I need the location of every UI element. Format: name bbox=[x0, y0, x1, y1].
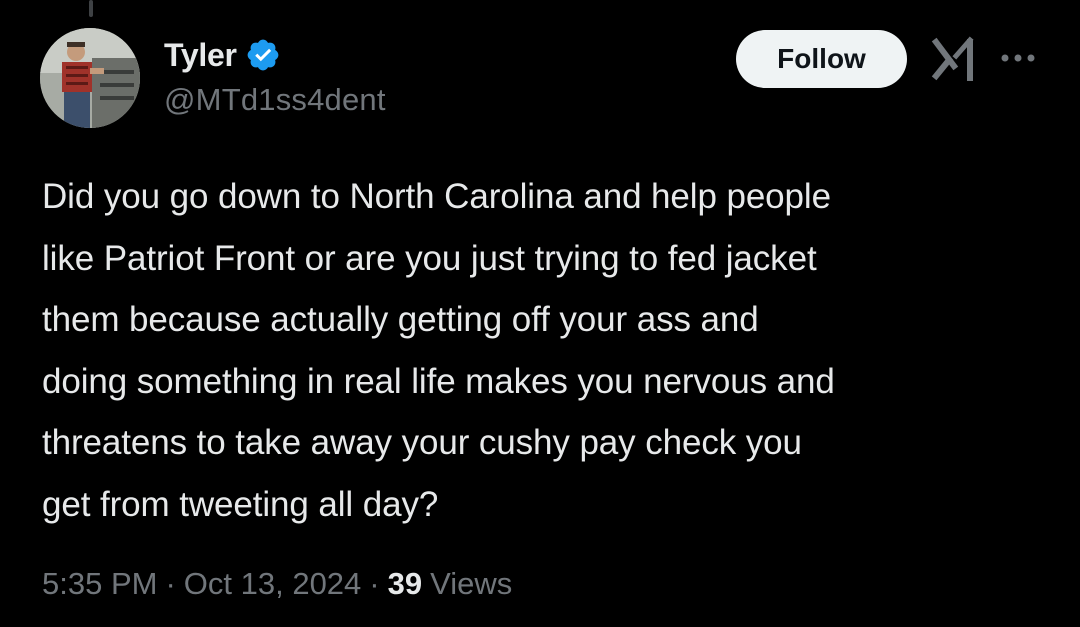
more-options-icon[interactable] bbox=[998, 46, 1038, 70]
avatar[interactable] bbox=[40, 28, 140, 128]
views-label: Views bbox=[430, 566, 513, 601]
post-header: Tyler @MTd1ss4dent Follow bbox=[40, 28, 1050, 132]
name-row: Tyler bbox=[164, 34, 386, 76]
post-metadata: 5:35 PM · Oct 13, 2024 · 39 Views bbox=[42, 566, 512, 602]
post-date[interactable]: Oct 13, 2024 bbox=[184, 566, 362, 602]
author-info: Tyler @MTd1ss4dent bbox=[164, 34, 386, 118]
separator-dot: · bbox=[165, 566, 176, 601]
avatar-photo bbox=[40, 28, 140, 128]
display-name[interactable]: Tyler bbox=[164, 37, 237, 74]
follow-button[interactable]: Follow bbox=[736, 30, 907, 88]
user-handle[interactable]: @MTd1ss4dent bbox=[164, 82, 386, 118]
verified-badge-icon[interactable] bbox=[245, 37, 281, 73]
tweet-text: Did you go down to North Carolina and he… bbox=[42, 177, 835, 524]
post-time[interactable]: 5:35 PM bbox=[42, 566, 157, 602]
separator-dot: · bbox=[369, 566, 380, 601]
thread-connector-line bbox=[89, 0, 93, 17]
views-count[interactable]: 39 bbox=[388, 566, 422, 602]
grok-icon[interactable] bbox=[930, 36, 978, 82]
